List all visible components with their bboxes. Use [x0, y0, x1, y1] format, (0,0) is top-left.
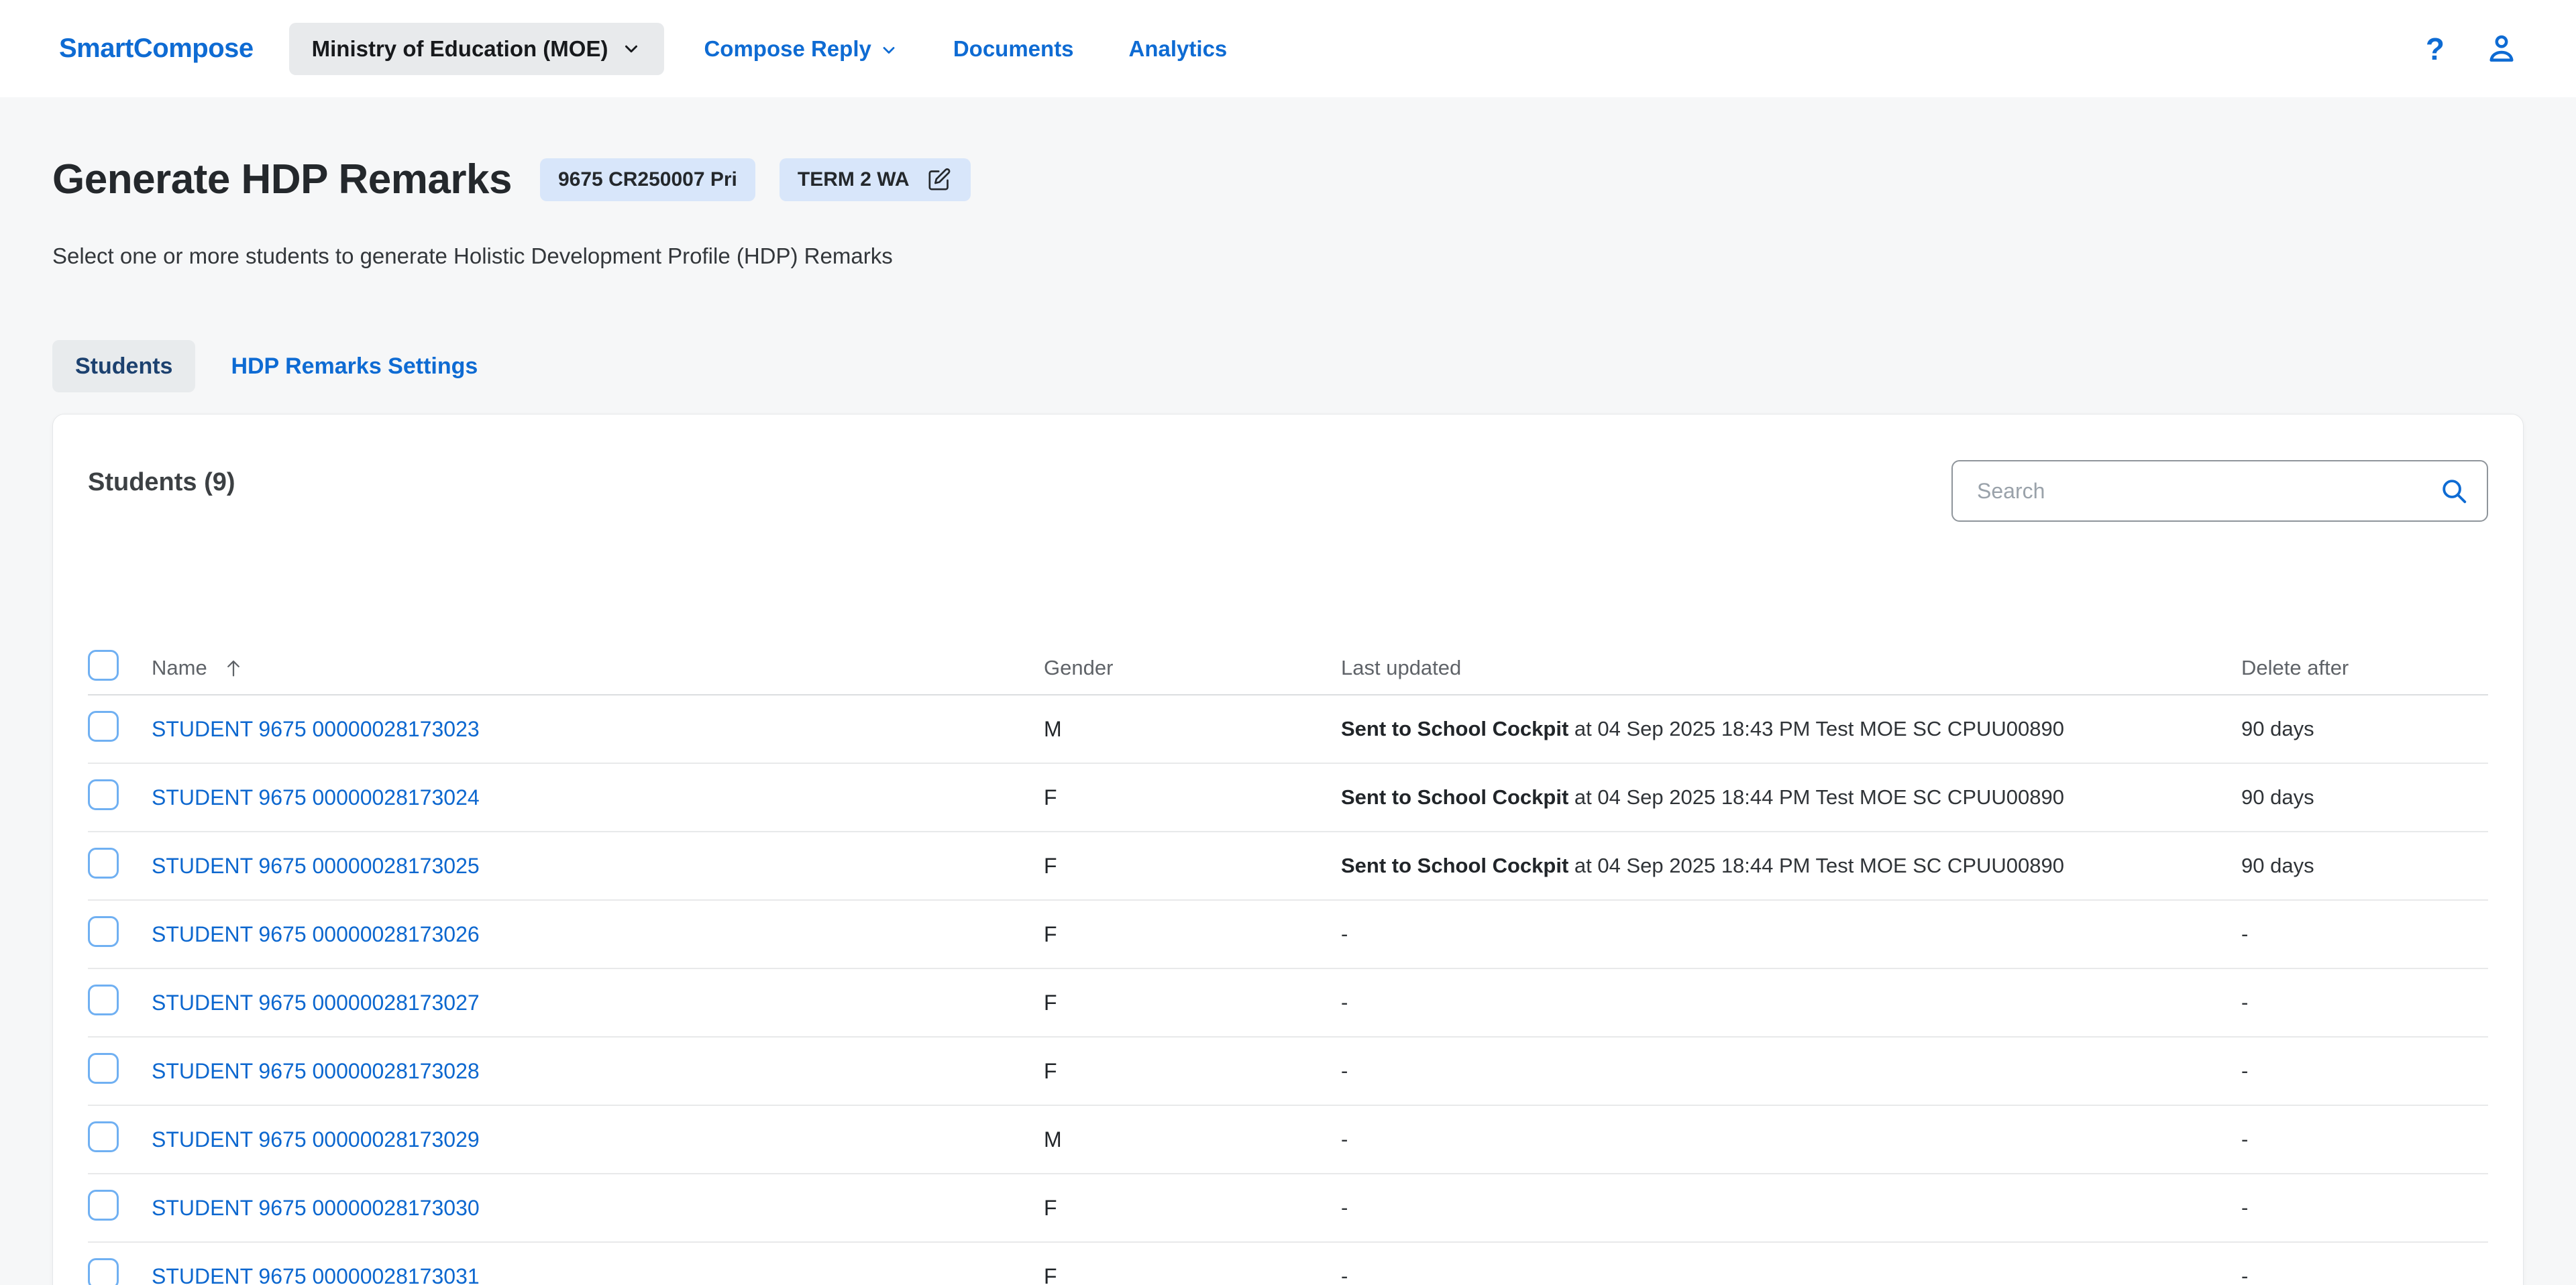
- primary-nav: Compose Reply Documents Analytics: [704, 36, 1227, 62]
- row-checkbox[interactable]: [88, 779, 119, 810]
- column-header-name[interactable]: Name: [152, 656, 207, 680]
- delete-after-cell: -: [2241, 1127, 2489, 1152]
- gender-cell: M: [1044, 1127, 1341, 1152]
- nav-analytics[interactable]: Analytics: [1129, 36, 1228, 62]
- gender-cell: F: [1044, 854, 1341, 879]
- row-checkbox[interactable]: [88, 1121, 119, 1152]
- row-checkbox[interactable]: [88, 1190, 119, 1221]
- column-header-gender[interactable]: Gender: [1044, 656, 1341, 680]
- page-title: Generate HDP Remarks: [52, 156, 512, 203]
- table-row: STUDENT 9675 00000028173028 F - -: [88, 1038, 2488, 1106]
- title-row: Generate HDP Remarks 9675 CR250007 Pri T…: [52, 156, 2524, 203]
- user-profile-icon[interactable]: [2483, 31, 2520, 67]
- last-updated-cell: -: [1341, 991, 2241, 1015]
- app-logo[interactable]: SmartCompose: [59, 34, 254, 64]
- top-nav: SmartCompose Ministry of Education (MOE)…: [0, 0, 2576, 97]
- select-all-checkbox[interactable]: [88, 650, 119, 681]
- student-name-link[interactable]: STUDENT 9675 00000028173026: [152, 922, 480, 946]
- last-updated-cell: -: [1341, 1127, 2241, 1152]
- gender-cell: M: [1044, 717, 1341, 742]
- search-icon[interactable]: [2438, 476, 2469, 506]
- students-panel: Students (9) Name: [52, 414, 2524, 1285]
- page-content: Generate HDP Remarks 9675 CR250007 Pri T…: [0, 156, 2576, 1285]
- last-updated-cell: Sent to School Cockpit at 04 Sep 2025 18…: [1341, 785, 2241, 809]
- org-selector-label: Ministry of Education (MOE): [312, 36, 608, 62]
- search-input[interactable]: [1951, 460, 2488, 522]
- students-count-heading: Students (9): [88, 468, 235, 497]
- delete-after-cell: 90 days: [2241, 785, 2489, 809]
- delete-after-cell: -: [2241, 1264, 2489, 1285]
- student-name-link[interactable]: STUDENT 9675 00000028173027: [152, 991, 480, 1015]
- student-name-link[interactable]: STUDENT 9675 00000028173029: [152, 1127, 480, 1152]
- table-row: STUDENT 9675 00000028173025 F Sent to Sc…: [88, 832, 2488, 901]
- table-header-row: Name Gender Last updated Delete after: [88, 641, 2488, 695]
- table-row: STUDENT 9675 00000028173027 F - -: [88, 969, 2488, 1038]
- student-table-body: STUDENT 9675 00000028173023 M Sent to Sc…: [88, 695, 2488, 1285]
- last-updated-cell: -: [1341, 1059, 2241, 1083]
- row-checkbox[interactable]: [88, 711, 119, 742]
- column-header-last-updated[interactable]: Last updated: [1341, 656, 2241, 680]
- last-updated-cell: -: [1341, 1264, 2241, 1285]
- term-badge: TERM 2 WA: [780, 158, 971, 201]
- chevron-down-icon: [879, 40, 898, 58]
- gender-cell: F: [1044, 785, 1341, 810]
- student-name-link[interactable]: STUDENT 9675 00000028173025: [152, 854, 480, 878]
- chevron-down-icon: [621, 39, 641, 59]
- nav-right: ?: [2426, 31, 2520, 67]
- help-icon[interactable]: ?: [2426, 34, 2445, 64]
- row-checkbox[interactable]: [88, 985, 119, 1015]
- delete-after-cell: -: [2241, 991, 2489, 1015]
- tab-hdp-remarks-settings[interactable]: HDP Remarks Settings: [208, 340, 500, 392]
- table-row: STUDENT 9675 00000028173031 F - -: [88, 1243, 2488, 1285]
- class-badge: 9675 CR250007 Pri: [540, 158, 755, 201]
- gender-cell: F: [1044, 1264, 1341, 1285]
- table-row: STUDENT 9675 00000028173030 F - -: [88, 1174, 2488, 1243]
- table-row: STUDENT 9675 00000028173026 F - -: [88, 901, 2488, 969]
- gender-cell: F: [1044, 1196, 1341, 1221]
- gender-cell: F: [1044, 991, 1341, 1015]
- page-subtitle: Select one or more students to generate …: [52, 243, 2524, 269]
- table-row: STUDENT 9675 00000028173023 M Sent to Sc…: [88, 695, 2488, 764]
- student-name-link[interactable]: STUDENT 9675 00000028173023: [152, 717, 480, 741]
- org-selector[interactable]: Ministry of Education (MOE): [289, 23, 665, 75]
- student-name-link[interactable]: STUDENT 9675 00000028173031: [152, 1264, 480, 1285]
- nav-compose-reply-label: Compose Reply: [704, 36, 871, 62]
- last-updated-cell: -: [1341, 1196, 2241, 1220]
- gender-cell: F: [1044, 922, 1341, 947]
- student-name-link[interactable]: STUDENT 9675 00000028173028: [152, 1059, 480, 1083]
- table-row: STUDENT 9675 00000028173029 M - -: [88, 1106, 2488, 1174]
- nav-compose-reply[interactable]: Compose Reply: [704, 36, 898, 62]
- delete-after-cell: 90 days: [2241, 854, 2489, 878]
- delete-after-cell: -: [2241, 1059, 2489, 1083]
- last-updated-cell: Sent to School Cockpit at 04 Sep 2025 18…: [1341, 717, 2241, 741]
- last-updated-cell: -: [1341, 922, 2241, 946]
- delete-after-cell: 90 days: [2241, 717, 2489, 741]
- last-updated-cell: Sent to School Cockpit at 04 Sep 2025 18…: [1341, 854, 2241, 878]
- row-checkbox[interactable]: [88, 916, 119, 947]
- search-box: [1951, 460, 2488, 522]
- row-checkbox[interactable]: [88, 1258, 119, 1285]
- delete-after-cell: -: [2241, 922, 2489, 946]
- term-badge-label: TERM 2 WA: [798, 168, 910, 191]
- arrow-up-icon[interactable]: [222, 657, 245, 679]
- edit-icon[interactable]: [926, 166, 953, 193]
- tab-students[interactable]: Students: [52, 340, 195, 392]
- student-name-link[interactable]: STUDENT 9675 00000028173030: [152, 1196, 480, 1220]
- delete-after-cell: -: [2241, 1196, 2489, 1220]
- gender-cell: F: [1044, 1059, 1341, 1084]
- student-name-link[interactable]: STUDENT 9675 00000028173024: [152, 785, 480, 809]
- row-checkbox[interactable]: [88, 848, 119, 879]
- table-row: STUDENT 9675 00000028173024 F Sent to Sc…: [88, 764, 2488, 832]
- row-checkbox[interactable]: [88, 1053, 119, 1084]
- students-table: Name Gender Last updated Delete after ST…: [88, 641, 2488, 1285]
- column-header-delete-after[interactable]: Delete after: [2241, 656, 2489, 680]
- nav-documents[interactable]: Documents: [953, 36, 1074, 62]
- panel-header: Students (9): [88, 460, 2488, 522]
- tab-bar: Students HDP Remarks Settings: [52, 340, 2524, 392]
